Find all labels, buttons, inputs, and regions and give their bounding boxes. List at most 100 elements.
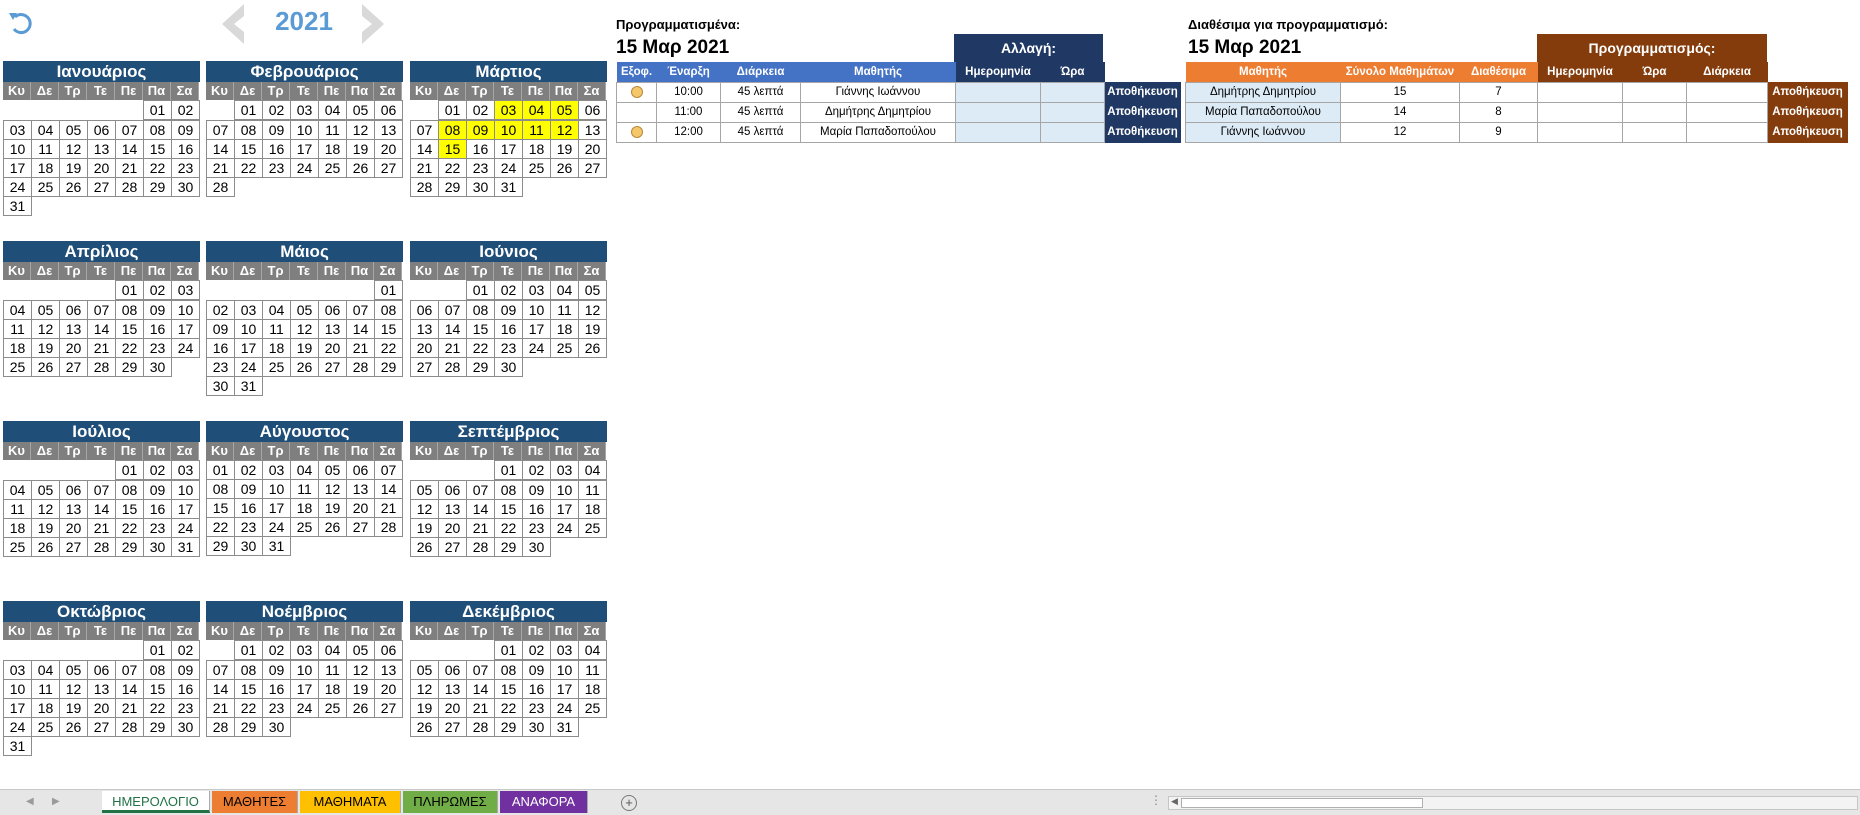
paid-cell[interactable] [616, 101, 657, 123]
day-cell[interactable]: 20 [318, 338, 347, 358]
day-cell[interactable]: 30 [466, 177, 495, 197]
day-cell[interactable]: 05 [290, 300, 319, 320]
day-cell[interactable]: 04 [578, 460, 607, 480]
day-cell[interactable]: 02 [143, 280, 172, 300]
day-cell[interactable]: 17 [550, 499, 579, 519]
day-cell[interactable]: 12 [578, 300, 607, 320]
day-cell[interactable]: 30 [234, 536, 263, 556]
day-cell[interactable]: 02 [466, 100, 495, 120]
day-cell[interactable]: 09 [522, 660, 551, 680]
day-cell[interactable]: 05 [410, 480, 439, 500]
day-cell[interactable]: 28 [466, 717, 495, 737]
day-cell[interactable]: 20 [438, 698, 467, 718]
day-cell[interactable]: 20 [59, 338, 88, 358]
day-cell[interactable]: 18 [550, 319, 579, 339]
day-cell[interactable]: 18 [290, 498, 319, 518]
day-cell[interactable]: 30 [522, 537, 551, 557]
day-cell[interactable]: 29 [494, 537, 523, 557]
day-cell[interactable]: 24 [550, 518, 579, 538]
day-cell[interactable]: 21 [206, 158, 235, 178]
schedule-time-input[interactable] [1622, 121, 1687, 143]
day-cell[interactable]: 01 [115, 280, 144, 300]
day-cell[interactable]: 02 [206, 300, 235, 320]
day-cell[interactable]: 20 [87, 158, 116, 178]
schedule-date-input[interactable] [1537, 81, 1623, 103]
day-cell[interactable]: 18 [578, 679, 607, 699]
day-cell[interactable]: 15 [494, 679, 523, 699]
day-cell[interactable]: 03 [3, 660, 32, 680]
day-cell[interactable]: 08 [143, 120, 172, 140]
paid-cell[interactable] [616, 81, 657, 103]
day-cell[interactable]: 09 [143, 480, 172, 500]
day-cell[interactable]: 03 [550, 460, 579, 480]
day-cell[interactable]: 11 [31, 139, 60, 159]
day-cell[interactable]: 25 [318, 698, 347, 718]
day-cell[interactable]: 15 [115, 499, 144, 519]
day-cell[interactable]: 08 [206, 479, 235, 499]
sheet-tab[interactable]: ΠΛΗΡΩΜΕΣ [403, 791, 498, 813]
day-cell[interactable]: 24 [171, 338, 200, 358]
day-cell[interactable]: 24 [171, 518, 200, 538]
day-cell[interactable]: 04 [3, 480, 32, 500]
day-cell[interactable]: 09 [171, 120, 200, 140]
save-button[interactable]: Αποθήκευση [1767, 101, 1848, 123]
day-cell[interactable]: 04 [31, 660, 60, 680]
day-cell[interactable]: 30 [262, 717, 291, 737]
day-cell[interactable]: 01 [234, 640, 263, 660]
day-cell[interactable]: 04 [3, 300, 32, 320]
day-cell[interactable]: 29 [494, 717, 523, 737]
save-button[interactable]: Αποθήκευση [1104, 101, 1181, 123]
chevron-left-icon[interactable] [218, 2, 248, 46]
day-cell[interactable]: 21 [466, 698, 495, 718]
day-cell[interactable]: 17 [234, 338, 263, 358]
day-cell[interactable]: 10 [494, 120, 523, 140]
day-cell[interactable]: 04 [262, 300, 291, 320]
day-cell[interactable]: 26 [290, 357, 319, 377]
day-cell[interactable]: 08 [115, 480, 144, 500]
day-cell[interactable]: 30 [522, 717, 551, 737]
day-cell[interactable]: 31 [234, 376, 263, 396]
day-cell[interactable]: 31 [3, 196, 32, 216]
day-cell[interactable]: 10 [550, 660, 579, 680]
tab-scroll-left-icon[interactable]: ◀ [26, 796, 34, 807]
day-cell[interactable]: 12 [290, 319, 319, 339]
day-cell[interactable]: 05 [318, 460, 347, 480]
day-cell[interactable]: 01 [494, 640, 523, 660]
day-cell[interactable]: 23 [234, 517, 263, 537]
day-cell[interactable]: 06 [87, 660, 116, 680]
day-cell[interactable]: 12 [410, 499, 439, 519]
day-cell[interactable]: 12 [59, 139, 88, 159]
day-cell[interactable]: 18 [522, 139, 551, 159]
day-cell[interactable]: 05 [31, 300, 60, 320]
day-cell[interactable]: 29 [143, 177, 172, 197]
day-cell[interactable]: 23 [262, 158, 291, 178]
day-cell[interactable]: 16 [143, 499, 172, 519]
day-cell[interactable]: 15 [494, 499, 523, 519]
day-cell[interactable]: 06 [578, 100, 607, 120]
day-cell[interactable]: 27 [374, 158, 403, 178]
day-cell[interactable]: 07 [466, 660, 495, 680]
day-cell[interactable]: 15 [466, 319, 495, 339]
day-cell[interactable]: 02 [494, 280, 523, 300]
day-cell[interactable]: 18 [578, 499, 607, 519]
day-cell[interactable]: 19 [59, 698, 88, 718]
day-cell[interactable]: 14 [87, 499, 116, 519]
day-cell[interactable]: 13 [87, 679, 116, 699]
day-cell[interactable]: 19 [31, 518, 60, 538]
day-cell[interactable]: 21 [374, 498, 403, 518]
day-cell[interactable]: 01 [143, 100, 172, 120]
day-cell[interactable]: 21 [438, 338, 467, 358]
day-cell[interactable]: 26 [346, 698, 375, 718]
day-cell[interactable]: 08 [234, 120, 263, 140]
day-cell[interactable]: 15 [115, 319, 144, 339]
day-cell[interactable]: 15 [143, 679, 172, 699]
day-cell[interactable]: 08 [115, 300, 144, 320]
day-cell[interactable]: 27 [346, 517, 375, 537]
sheet-tab[interactable]: ΗΜΕΡΟΛΟΓΙΟ [102, 791, 210, 813]
day-cell[interactable]: 02 [234, 460, 263, 480]
day-cell[interactable]: 29 [115, 357, 144, 377]
day-cell[interactable]: 07 [466, 480, 495, 500]
day-cell[interactable]: 06 [87, 120, 116, 140]
day-cell[interactable]: 26 [410, 717, 439, 737]
day-cell[interactable]: 26 [59, 177, 88, 197]
